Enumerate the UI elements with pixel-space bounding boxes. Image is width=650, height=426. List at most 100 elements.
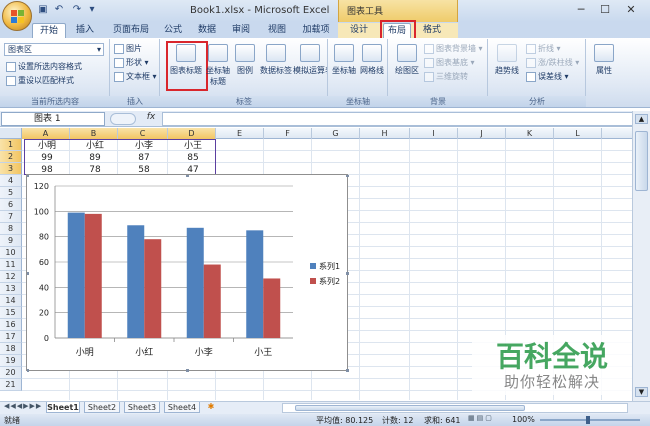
tab-view[interactable]: 视图 xyxy=(264,23,290,38)
select-all-corner[interactable] xyxy=(0,128,22,139)
tab-design[interactable]: 设计 xyxy=(342,23,376,38)
name-box[interactable]: 图表 1 xyxy=(1,112,105,126)
row-header-12[interactable]: 12 xyxy=(0,271,22,283)
insert-sheet-icon[interactable]: ✱ xyxy=(204,402,218,413)
row-header-1[interactable]: 1 xyxy=(0,139,22,151)
x-tick-label: 小红 xyxy=(135,346,153,358)
office-button[interactable] xyxy=(2,1,32,31)
close-button[interactable]: ✕ xyxy=(620,3,642,19)
scroll-down-icon[interactable]: ▼ xyxy=(635,387,648,397)
row-header-9[interactable]: 9 xyxy=(0,235,22,247)
row-header-16[interactable]: 16 xyxy=(0,319,22,331)
row-header-18[interactable]: 18 xyxy=(0,343,22,355)
column-header-b[interactable]: B xyxy=(70,128,118,139)
column-header-h[interactable]: H xyxy=(360,128,410,139)
column-header-j[interactable]: J xyxy=(458,128,506,139)
rotation-3d-button[interactable]: 三维旋转 xyxy=(424,71,468,82)
column-header-i[interactable]: I xyxy=(410,128,458,139)
trendline-button[interactable]: 趋势线 xyxy=(492,42,522,94)
axis-title-button[interactable]: 坐标轴标题 xyxy=(204,42,232,94)
insert-shapes-button[interactable]: 形状 ▾ xyxy=(114,57,149,68)
tab-review[interactable]: 审阅 xyxy=(228,23,254,38)
textbox-icon xyxy=(114,71,124,82)
insert-picture-button[interactable]: 图片 xyxy=(114,43,142,54)
row-header-7[interactable]: 7 xyxy=(0,211,22,223)
row-header-14[interactable]: 14 xyxy=(0,295,22,307)
row-header-4[interactable]: 4 xyxy=(0,175,22,187)
chart-resize-handle xyxy=(26,369,29,372)
bar-2-4 xyxy=(263,278,281,338)
insert-textbox-button[interactable]: 文本框 ▾ xyxy=(114,71,157,82)
row-header-8[interactable]: 8 xyxy=(0,223,22,235)
tab-addins[interactable]: 加载项 xyxy=(298,23,334,38)
sheet-tab-4[interactable]: Sheet4 xyxy=(164,402,200,413)
row-header-10[interactable]: 10 xyxy=(0,247,22,259)
insert-function-button[interactable]: fx xyxy=(140,112,162,126)
row-header-11[interactable]: 11 xyxy=(0,259,22,271)
column-header-k[interactable]: K xyxy=(506,128,554,139)
save-icon[interactable]: ▣ xyxy=(36,4,50,18)
error-bars-button[interactable]: 误差线 ▾ xyxy=(526,71,569,82)
sheet-tab-2[interactable]: Sheet2 xyxy=(84,402,120,413)
format-selection-button[interactable]: 设置所选内容格式 xyxy=(6,61,82,72)
column-header-f[interactable]: F xyxy=(264,128,312,139)
tab-formulas[interactable]: 公式 xyxy=(160,23,186,38)
chart-wall-button[interactable]: 图表背景墙 ▾ xyxy=(424,43,483,54)
row-header-21[interactable]: 21 xyxy=(0,379,22,391)
tab-home[interactable]: 开始 xyxy=(32,23,66,38)
zoom-slider-thumb[interactable] xyxy=(586,416,590,424)
chart-element-combo[interactable]: 图表区 ▾ xyxy=(4,43,104,56)
sheet-tab-1[interactable]: Sheet1 xyxy=(46,402,80,413)
gridlines-icon xyxy=(362,44,382,62)
tab-page-layout[interactable]: 页面布局 xyxy=(106,23,156,38)
tab-data[interactable]: 数据 xyxy=(194,23,220,38)
up-down-bars-icon xyxy=(526,57,536,68)
zoom-slider[interactable] xyxy=(540,419,640,421)
row-header-19[interactable]: 19 xyxy=(0,355,22,367)
lines-button[interactable]: 折线 ▾ xyxy=(526,43,561,54)
undo-icon[interactable]: ↶ xyxy=(52,4,66,18)
up-down-bars-button[interactable]: 涨/跌柱线 ▾ xyxy=(526,57,579,68)
data-labels-button[interactable]: 数据标签 xyxy=(258,42,294,94)
error-bars-label: 误差线 xyxy=(538,72,562,81)
scroll-thumb[interactable] xyxy=(635,131,648,191)
horizontal-scrollbar[interactable] xyxy=(282,403,628,413)
column-header-l[interactable]: L xyxy=(554,128,602,139)
row-header-15[interactable]: 15 xyxy=(0,307,22,319)
sheet-nav-icons[interactable]: ◀◀◀▶▶▶ xyxy=(4,402,44,413)
column-header-e[interactable]: E xyxy=(216,128,264,139)
column-header-c[interactable]: C xyxy=(118,128,168,139)
row-header-5[interactable]: 5 xyxy=(0,187,22,199)
row-header-6[interactable]: 6 xyxy=(0,199,22,211)
horizontal-scroll-thumb[interactable] xyxy=(295,405,525,411)
properties-button[interactable]: 属性 xyxy=(590,42,618,94)
scroll-up-icon[interactable]: ▲ xyxy=(635,114,648,124)
vertical-scrollbar[interactable]: ▲ ▼ xyxy=(632,111,650,401)
row-header-20[interactable]: 20 xyxy=(0,367,22,379)
row-header-13[interactable]: 13 xyxy=(0,283,22,295)
maximize-button[interactable]: ☐ xyxy=(594,3,616,19)
view-mode-icons[interactable]: ▦▤▢ xyxy=(468,414,504,425)
tab-insert[interactable]: 插入 xyxy=(70,23,100,38)
zoom-level[interactable]: 100% xyxy=(512,415,535,424)
sheet-tab-3[interactable]: Sheet3 xyxy=(124,402,160,413)
reset-style-button[interactable]: 重设以匹配样式 xyxy=(6,75,74,86)
axes-button[interactable]: 坐标轴 xyxy=(330,42,358,94)
chart-floor-button[interactable]: 图表基底 ▾ xyxy=(424,57,475,68)
redo-icon[interactable]: ↷ xyxy=(70,4,84,18)
legend-button[interactable]: 图例 xyxy=(232,42,258,94)
chart-area[interactable]: 0 20 40 60 80 100 120 小明 小红 小李 小王 系列1 系列2 xyxy=(26,174,349,372)
row-header-2[interactable]: 2 xyxy=(0,151,22,163)
column-header-d[interactable]: D xyxy=(168,128,216,139)
row-header-17[interactable]: 17 xyxy=(0,331,22,343)
column-header-a[interactable]: A xyxy=(22,128,70,139)
qat-customize-icon[interactable]: ▾ xyxy=(86,4,98,18)
plot-area-button[interactable]: 绘图区 xyxy=(392,42,422,94)
formula-input[interactable] xyxy=(162,112,634,126)
tab-format[interactable]: 格式 xyxy=(418,23,446,38)
data-table-button[interactable]: 模拟运算表 xyxy=(293,42,327,94)
gridlines-button[interactable]: 网格线 xyxy=(358,42,386,94)
minimize-button[interactable]: ─ xyxy=(570,3,592,19)
column-header-g[interactable]: G xyxy=(312,128,360,139)
row-header-3[interactable]: 3 xyxy=(0,163,22,175)
